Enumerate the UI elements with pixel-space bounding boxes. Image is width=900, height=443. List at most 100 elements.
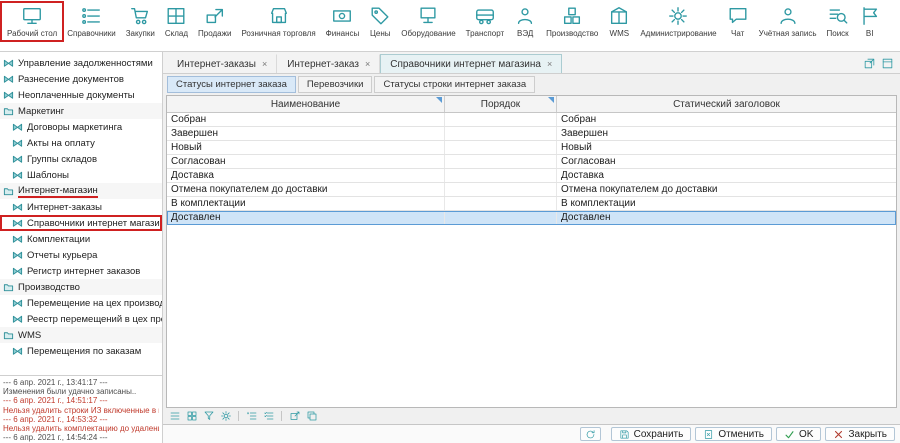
- close-button[interactable]: Закрыть: [825, 427, 895, 441]
- cell-order: [445, 169, 557, 182]
- sidebar-item[interactable]: Управление задолженностями: [0, 55, 162, 71]
- column-header[interactable]: Порядок: [445, 96, 557, 112]
- sidebar-nav: Управление задолженностями Разнесение до…: [0, 52, 162, 375]
- toolbar-item-sales[interactable]: Продажи: [193, 3, 236, 40]
- cell-name: Отмена покупателем до доставки: [167, 183, 445, 196]
- sidebar-item[interactable]: Маркетинг: [0, 103, 162, 119]
- sidebar-item[interactable]: Реестр перемещений в цех производ: [0, 311, 162, 327]
- toolbar-item-label: Чат: [731, 29, 744, 38]
- leaf-icon: [12, 218, 23, 229]
- subtab[interactable]: Перевозчики: [298, 76, 373, 93]
- table-row[interactable]: Доставка Доставка: [167, 169, 896, 183]
- tab-close-icon[interactable]: ×: [547, 59, 552, 69]
- cell-static: Доставлен: [557, 211, 896, 224]
- detach-window-icon[interactable]: [863, 57, 876, 70]
- folder-icon: [3, 106, 14, 117]
- toolbar-item-bi[interactable]: BI: [854, 3, 886, 40]
- leaf-icon: [12, 154, 23, 165]
- sidebar-item[interactable]: Перемещения по заказам: [0, 343, 162, 359]
- toolbar-item-equipment[interactable]: Оборудование: [396, 3, 460, 40]
- sidebar-item-label: Регистр интернет заказов: [27, 266, 140, 277]
- toolbar-item-prices[interactable]: Цены: [364, 3, 396, 40]
- sidebar-item[interactable]: Договоры маркетинга: [0, 119, 162, 135]
- sidebar-item-label: Неоплаченные документы: [18, 90, 135, 101]
- toolbar-item-desktop[interactable]: Рабочий стол: [2, 3, 62, 40]
- settings-button[interactable]: [219, 410, 232, 423]
- table-row[interactable]: Собран Собран: [167, 113, 896, 127]
- cell-static: Новый: [557, 141, 896, 154]
- edit-button[interactable]: [288, 410, 301, 423]
- toolbar-item-admin[interactable]: Администрирование: [635, 3, 721, 40]
- refresh-button[interactable]: [580, 427, 601, 441]
- sidebar-item-label: Отчеты курьера: [27, 250, 97, 261]
- sidebar-item[interactable]: Акты на оплату: [0, 135, 162, 151]
- column-header-label: Наименование: [271, 99, 340, 110]
- subtab[interactable]: Статусы строки интернет заказа: [374, 76, 535, 93]
- filter-button[interactable]: [202, 410, 215, 423]
- sidebar-item[interactable]: Интернет-магазин: [0, 183, 162, 199]
- toolbar-item-chat[interactable]: Чат: [722, 3, 754, 40]
- ok-button[interactable]: OK: [776, 427, 821, 441]
- copy-button[interactable]: [305, 410, 318, 423]
- table-row[interactable]: В комплектации В комплектации: [167, 197, 896, 211]
- subtab[interactable]: Статусы интернет заказа: [167, 76, 296, 93]
- toolbar-item-label: Розничная торговля: [241, 29, 315, 38]
- sidebar-item[interactable]: Неоплаченные документы: [0, 87, 162, 103]
- reference-icon: [80, 5, 102, 27]
- sidebar-item[interactable]: Регистр интернет заказов: [0, 263, 162, 279]
- tab-close-icon[interactable]: ×: [262, 59, 267, 69]
- cell-order: [445, 141, 557, 154]
- view-list-button[interactable]: [168, 410, 181, 423]
- toolbar-item-finance[interactable]: Финансы: [321, 3, 365, 40]
- log-line: --- 6 апр. 2021 г., 13:41:17 ---: [3, 378, 159, 387]
- sidebar-item[interactable]: WMS: [0, 327, 162, 343]
- sidebar-item[interactable]: Шаблоны: [0, 167, 162, 183]
- restore-window-icon[interactable]: [881, 57, 894, 70]
- toolbar-item-transport[interactable]: Транспорт: [461, 3, 509, 40]
- table-row[interactable]: Доставлен Доставлен: [167, 211, 896, 225]
- cancel-button[interactable]: Отменить: [695, 427, 772, 441]
- sidebar-item[interactable]: Перемещение на цех производства: [0, 295, 162, 311]
- toolbar-item-wms[interactable]: WMS: [603, 3, 635, 40]
- toolbar-item-retail[interactable]: Розничная торговля: [236, 3, 320, 40]
- sidebar-item[interactable]: Разнесение документов: [0, 71, 162, 87]
- table-header: Наименование Порядок Статический заголов…: [167, 96, 896, 113]
- tab[interactable]: Справочники интернет магазина ×: [380, 54, 562, 73]
- leaf-icon: [12, 298, 23, 309]
- toolbar-item-reference[interactable]: Справочники: [62, 3, 120, 40]
- toolbar-separator: [238, 411, 239, 421]
- column-header[interactable]: Статический заголовок: [557, 96, 896, 112]
- sidebar-item[interactable]: Производство: [0, 279, 162, 295]
- sidebar-item[interactable]: Справочники интернет магазина: [0, 215, 162, 231]
- sidebar-item[interactable]: Комплектации: [0, 231, 162, 247]
- tab[interactable]: Интернет-заказы ×: [167, 54, 277, 73]
- toolbar-item-ved[interactable]: ВЭД: [509, 3, 541, 40]
- table-row[interactable]: Согласован Согласован: [167, 155, 896, 169]
- table-row[interactable]: Завершен Завершен: [167, 127, 896, 141]
- column-header[interactable]: Наименование: [167, 96, 445, 112]
- sidebar-item[interactable]: Группы складов: [0, 151, 162, 167]
- sidebar-item[interactable]: Отчеты курьера: [0, 247, 162, 263]
- sidebar-item[interactable]: Интернет-заказы: [0, 199, 162, 215]
- save-button[interactable]: Сохранить: [611, 427, 692, 441]
- admin-icon: [667, 5, 689, 27]
- prices-icon: [369, 5, 391, 27]
- toolbar-item-purchases[interactable]: Закупки: [121, 3, 160, 40]
- toolbar-item-production[interactable]: Производство: [541, 3, 603, 40]
- footer-bar: Сохранить Отменить OK Закрыть: [163, 424, 900, 443]
- toolbar-item-search[interactable]: Поиск: [822, 3, 854, 40]
- view-grid-button[interactable]: [185, 410, 198, 423]
- table-row[interactable]: Новый Новый: [167, 141, 896, 155]
- table-row[interactable]: Отмена покупателем до доставки Отмена по…: [167, 183, 896, 197]
- cell-order: [445, 155, 557, 168]
- tab-bar: Интернет-заказы × Интернет-заказ × Справ…: [163, 52, 900, 74]
- warehouse-icon: [165, 5, 187, 27]
- list-check-button[interactable]: [262, 410, 275, 423]
- tab[interactable]: Интернет-заказ ×: [277, 54, 380, 73]
- toolbar-item-account[interactable]: Учётная запись: [754, 3, 822, 40]
- tab-close-icon[interactable]: ×: [365, 59, 370, 69]
- tab-label: Справочники интернет магазина: [390, 59, 541, 70]
- toolbar-item-warehouse[interactable]: Склад: [160, 3, 193, 40]
- sidebar-item-label: WMS: [18, 330, 41, 341]
- list-numbered-button[interactable]: [245, 410, 258, 423]
